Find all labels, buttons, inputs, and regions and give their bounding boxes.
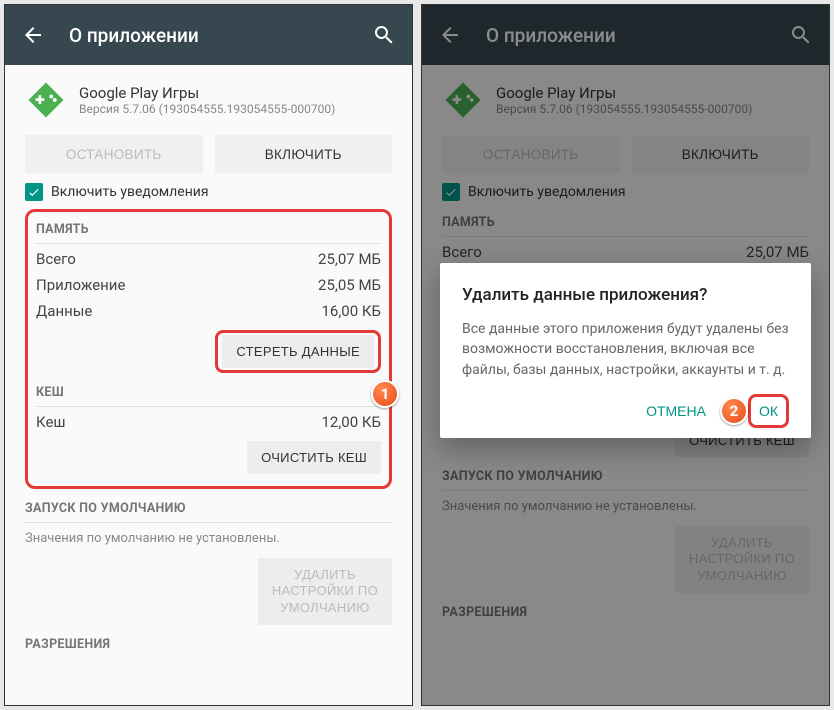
defaults-note: Значения по умолчанию не установлены. [25, 525, 392, 552]
stop-button: ОСТАНОВИТЬ [25, 135, 203, 173]
notifications-toggle[interactable]: Включить уведомления [25, 183, 392, 201]
dialog-title: Удалить данные приложения? [462, 285, 789, 305]
section-defaults: ЗАПУСК ПО УМОЛЧАНИЮ [25, 495, 392, 520]
section-permissions: РАЗРЕШЕНИЯ [25, 631, 392, 656]
google-play-games-icon [25, 79, 67, 121]
highlight-storage: ПАМЯТЬ Всего25,07 МБ Приложение25,05 МБ … [25, 209, 392, 489]
step-badge-1: 1 [371, 380, 399, 408]
screenshot-left: О приложении Google Play Игры Версия 5.7… [4, 4, 413, 706]
checkbox-checked-icon [25, 183, 43, 201]
confirm-dialog: Удалить данные приложения? Все данные эт… [440, 263, 811, 438]
data-value: 16,00 КБ [322, 302, 382, 320]
clear-cache-button[interactable]: ОЧИСТИТЬ КЕШ [247, 441, 381, 474]
app-size-label: Приложение [36, 276, 125, 294]
ok-button[interactable]: ОК [753, 399, 784, 423]
cache-value: 12,00 КБ [322, 413, 382, 431]
total-value: 25,07 МБ [318, 250, 381, 268]
section-cache: КЕШ [36, 379, 381, 404]
appbar: О приложении [5, 5, 412, 65]
clear-defaults-button: УДАЛИТЬ НАСТРОЙКИ ПО УМОЛЧАНИЮ [258, 558, 392, 625]
back-icon[interactable] [21, 23, 45, 47]
search-icon[interactable] [372, 23, 396, 47]
highlight-ok: ОК [748, 394, 789, 428]
data-label: Данные [36, 302, 92, 320]
cache-label: Кеш [36, 413, 66, 431]
app-header: Google Play Игры Версия 5.7.06 (19305455… [25, 79, 392, 121]
content: Google Play Игры Версия 5.7.06 (19305455… [5, 65, 412, 656]
cancel-button[interactable]: ОТМЕНА [636, 395, 716, 427]
app-name: Google Play Игры [79, 84, 335, 102]
enable-button[interactable]: ВКЛЮЧИТЬ [215, 135, 393, 173]
dialog-body: Все данные этого приложения будут удален… [462, 319, 789, 380]
notifications-label: Включить уведомления [51, 184, 209, 200]
app-version: Версия 5.7.06 (193054555.193054555-00070… [79, 102, 335, 116]
step-badge-2: 2 [720, 397, 748, 425]
screenshot-right: О приложении Google Play Игры Версия 5.7… [421, 4, 830, 706]
clear-data-button[interactable]: СТЕРЕТЬ ДАННЫЕ [222, 335, 374, 368]
total-label: Всего [36, 250, 76, 268]
page-title: О приложении [69, 24, 372, 47]
app-size-value: 25,05 МБ [318, 276, 381, 294]
section-storage: ПАМЯТЬ [36, 216, 381, 241]
